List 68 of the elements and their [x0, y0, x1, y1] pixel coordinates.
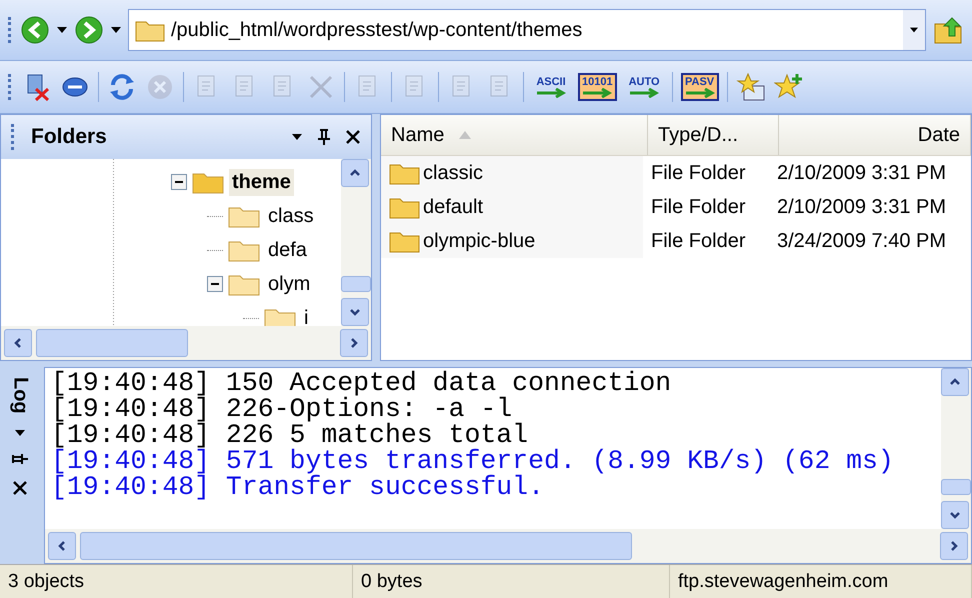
status-text: ftp.stevewagenheim.com — [670, 565, 972, 598]
vertical-scrollbar[interactable] — [341, 159, 371, 326]
arrow-icon — [582, 88, 612, 98]
arrow-icon — [629, 88, 660, 98]
pin-icon[interactable] — [317, 128, 331, 146]
scrollbar-thumb[interactable] — [941, 479, 971, 495]
back-button[interactable] — [20, 15, 50, 45]
date-cell-text: 2/10/2009 3:31 PM — [776, 196, 948, 218]
scroll-right-icon[interactable] — [340, 329, 368, 357]
type-cell-text: File Folder — [650, 230, 746, 252]
collapse-icon[interactable] — [171, 174, 187, 190]
status-text: 0 bytes — [353, 565, 670, 598]
scroll-up-icon[interactable] — [341, 159, 369, 187]
caret-icon[interactable] — [56, 25, 68, 35]
scrollbar-thumb[interactable] — [36, 329, 188, 357]
file-name-cell[interactable]: default — [381, 190, 643, 224]
tree-item[interactable]: theme — [229, 168, 294, 196]
log-line: [19:40:48] 226-Options: -a -l — [51, 396, 512, 422]
transfer-mode-button[interactable]: PASV — [680, 73, 719, 101]
log-line: [19:40:48] 150 Accepted data connection — [51, 370, 672, 396]
arrow-icon — [684, 88, 715, 98]
log-line: [19:40:48] 226 5 matches total — [51, 422, 528, 448]
bookmarks-icon[interactable] — [736, 72, 766, 102]
close-icon[interactable] — [12, 480, 28, 496]
panel-title: Folders — [31, 125, 108, 149]
log-line: [19:40:48] 571 bytes transferred. (8.99 KB/s) (62 ms) — [51, 448, 895, 474]
scroll-left-icon[interactable] — [48, 532, 76, 560]
type-cell-text: File Folder — [650, 196, 746, 218]
caret-icon[interactable] — [110, 25, 122, 35]
sort-arrow-icon — [458, 130, 472, 140]
scroll-down-icon[interactable] — [341, 298, 369, 326]
address-field[interactable]: /public_html/wordpresstest/wp-content/themes — [128, 9, 926, 51]
arrow-icon — [536, 88, 566, 98]
scroll-left-icon[interactable] — [4, 329, 32, 357]
date-cell-text: 3/24/2009 7:40 PM — [776, 230, 948, 252]
collapse-icon[interactable] — [207, 276, 223, 292]
transfer-mode-button[interactable]: ASCII — [532, 73, 570, 101]
column-header[interactable]: Name — [381, 115, 648, 155]
tree-item[interactable]: i — [301, 304, 312, 326]
log-line: [19:40:48] Transfer successful. — [51, 474, 545, 500]
vertical-scrollbar[interactable] — [941, 368, 971, 529]
scrollbar-thumb[interactable] — [341, 276, 371, 292]
tree-item[interactable]: olym — [265, 270, 314, 298]
close-icon[interactable] — [345, 129, 361, 145]
scroll-right-icon[interactable] — [940, 532, 968, 560]
dropdown-button[interactable] — [903, 10, 925, 50]
column-header[interactable]: Type/D... — [648, 115, 779, 155]
caret-icon — [909, 26, 919, 34]
transfer-mode-button[interactable]: AUTO — [624, 73, 664, 101]
column-header[interactable]: Date — [779, 115, 971, 155]
scrollbar-thumb[interactable] — [80, 532, 632, 560]
forward-button[interactable] — [74, 15, 104, 45]
caret-icon[interactable] — [14, 428, 26, 438]
pin-icon[interactable] — [11, 452, 29, 466]
panel-title: Log — [8, 377, 32, 414]
scroll-up-icon[interactable] — [941, 368, 969, 396]
type-cell-text: File Folder — [650, 162, 746, 184]
status-text: 3 objects — [0, 565, 353, 598]
file-name-cell[interactable]: olympic-blue — [381, 224, 643, 258]
tree-item[interactable]: defa — [265, 236, 310, 264]
file-name-cell[interactable]: classic — [381, 156, 643, 190]
tree-item[interactable]: class — [265, 202, 317, 230]
caret-icon[interactable] — [291, 132, 303, 142]
horizontal-scrollbar[interactable] — [1, 326, 371, 360]
transfer-mode-button[interactable]: 10101 — [578, 73, 617, 101]
date-cell-text: 2/10/2009 3:31 PM — [776, 162, 948, 184]
scroll-down-icon[interactable] — [941, 501, 969, 529]
horizontal-scrollbar[interactable] — [45, 529, 971, 563]
